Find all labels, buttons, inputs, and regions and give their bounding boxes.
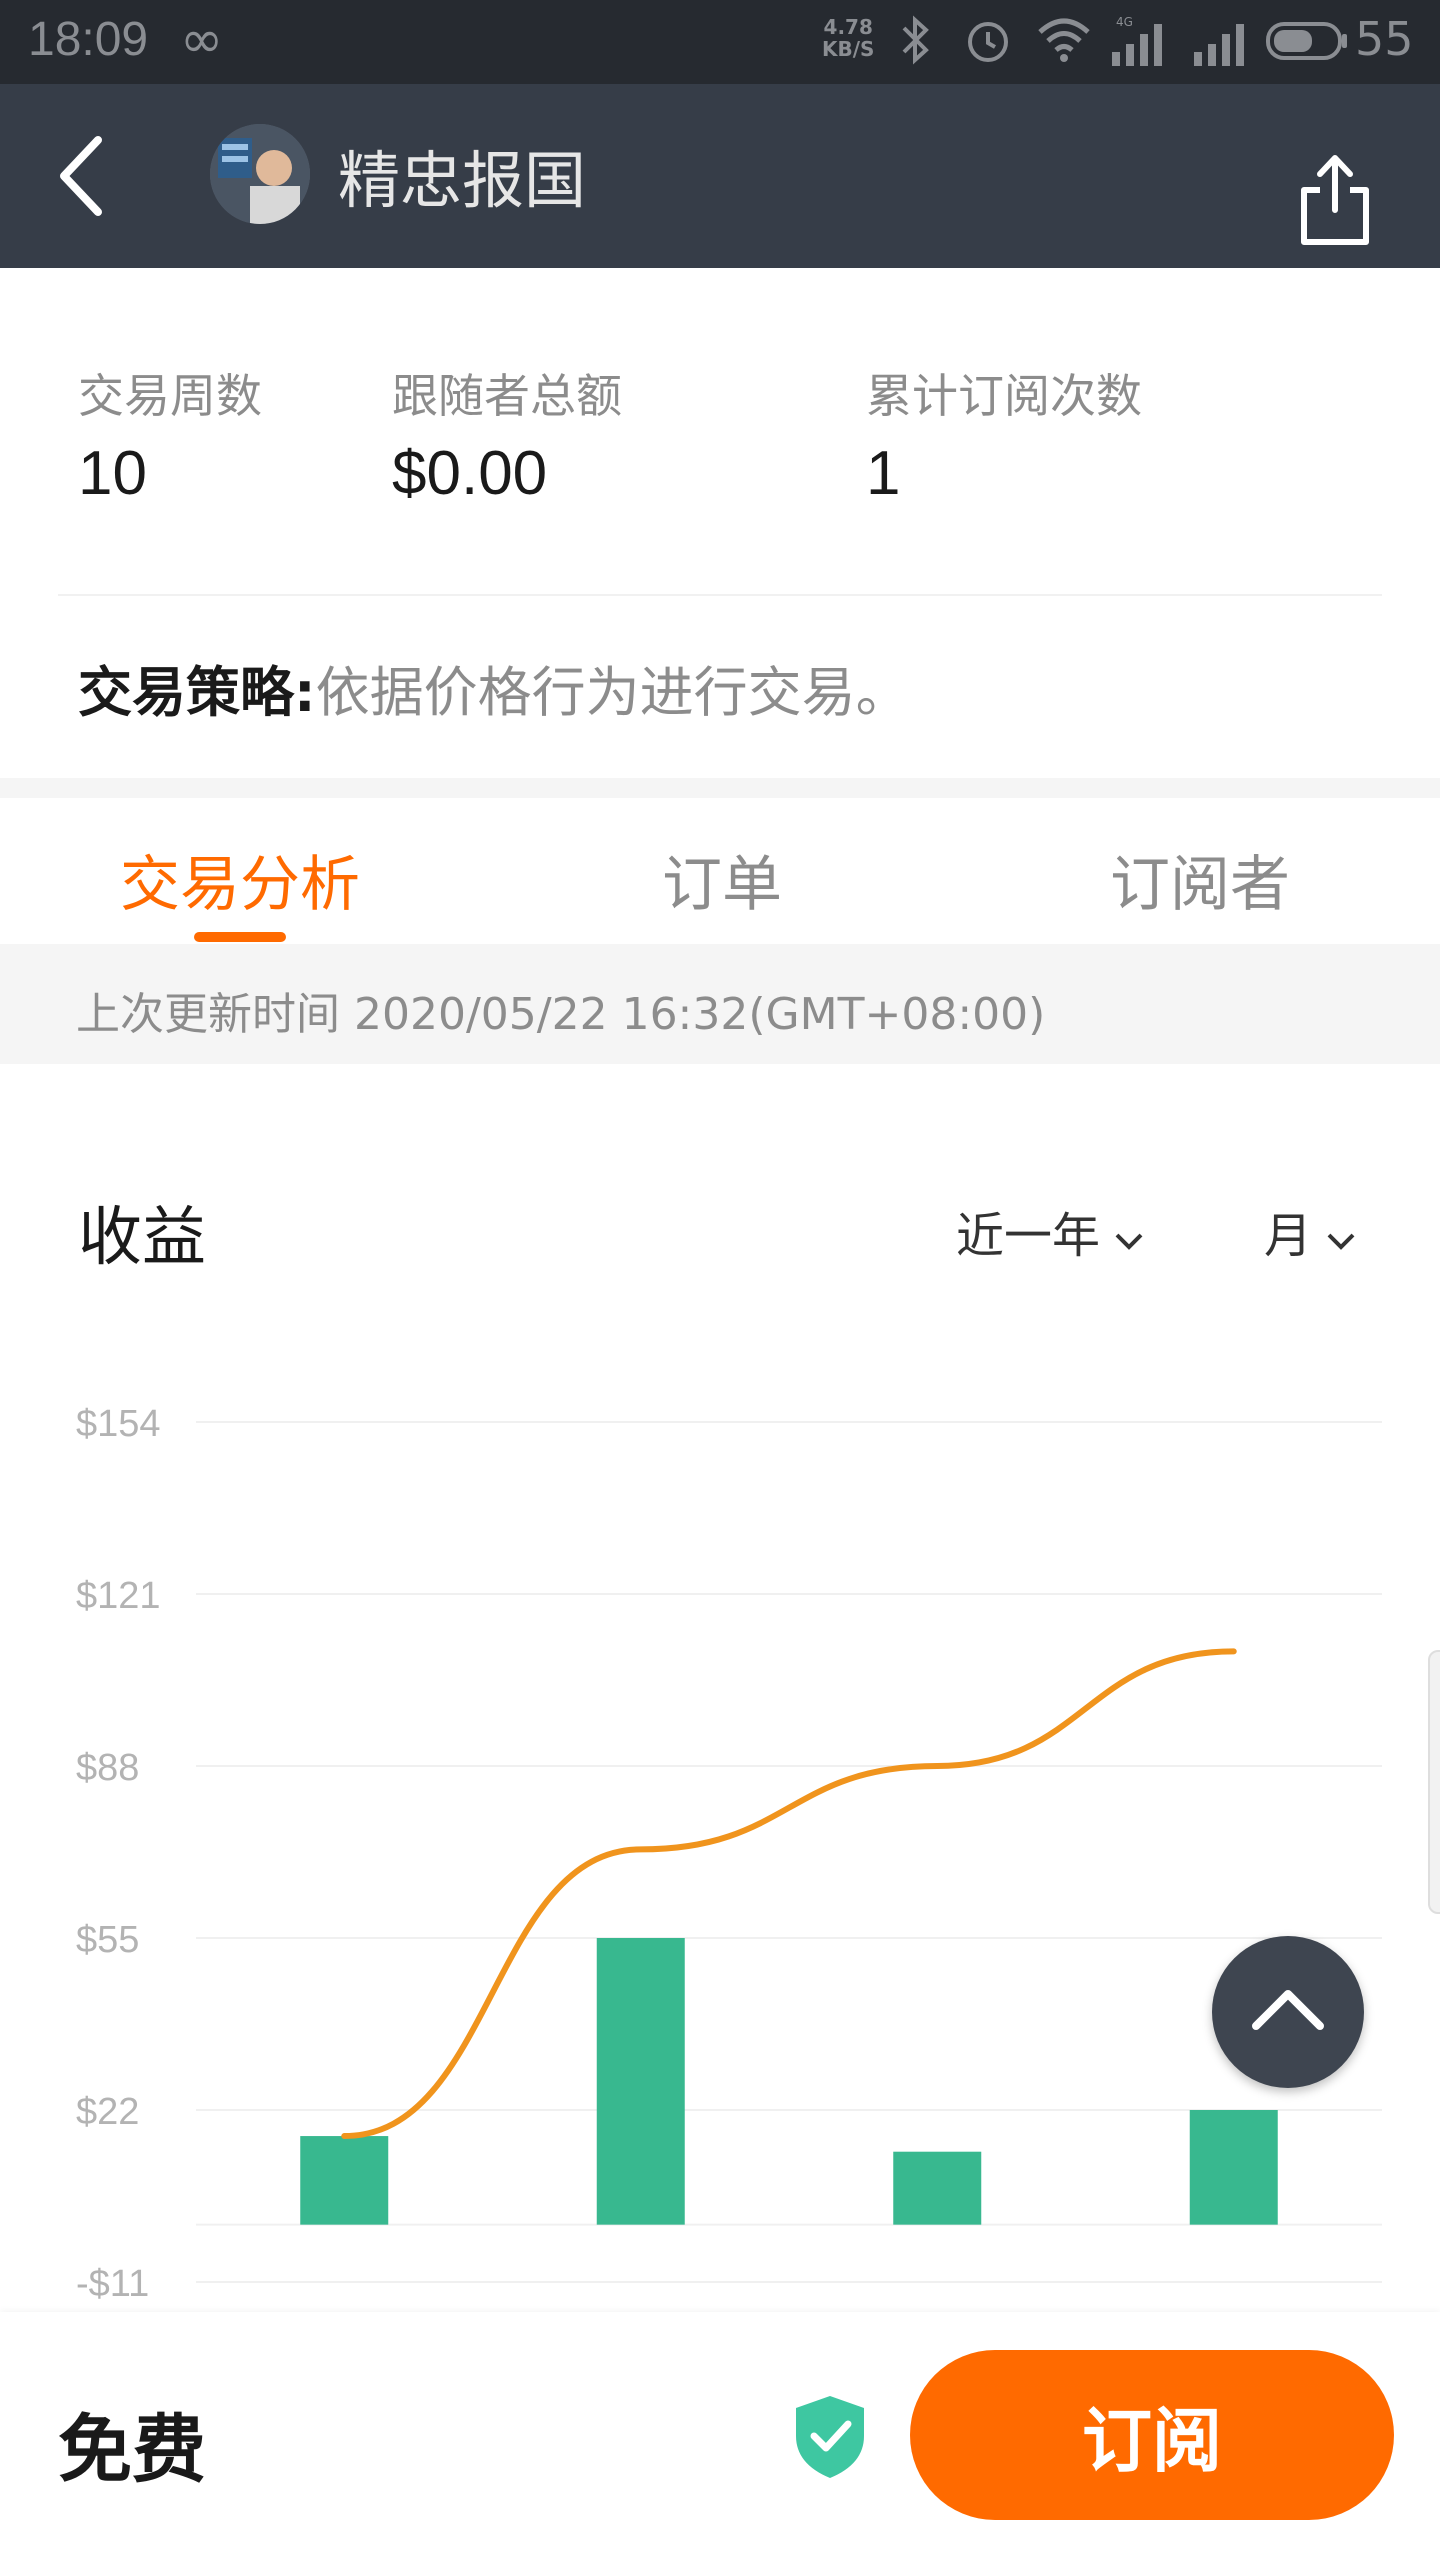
range-dropdown[interactable]: 近一年 bbox=[956, 1196, 1144, 1266]
price-label: 免费 bbox=[58, 2407, 206, 2493]
strategy-label: 交易策略: bbox=[78, 661, 316, 724]
earnings-title: 收益 bbox=[78, 1201, 206, 1275]
avatar-image bbox=[210, 124, 310, 224]
y-tick-label: $154 bbox=[76, 1403, 161, 1445]
tab-orders[interactable]: 订单 bbox=[662, 836, 782, 923]
earnings-chart: $154 $121 $88 $55 $22 -$11 bbox=[76, 1403, 1382, 2305]
edge-handle[interactable] bbox=[1428, 1650, 1440, 1914]
y-tick-label: $22 bbox=[76, 2091, 139, 2133]
share-icon bbox=[1301, 155, 1369, 245]
alarm-icon bbox=[968, 22, 1008, 62]
battery-icon bbox=[1266, 22, 1347, 60]
y-tick-label: $121 bbox=[76, 1575, 161, 1617]
bar-2 bbox=[596, 1938, 685, 2225]
network-speed: 4.78 KB/S bbox=[822, 16, 874, 60]
last-update-text: 上次更新时间 2020/05/22 16:32(GMT+08:00) bbox=[76, 989, 1046, 1040]
tab-subscribers[interactable]: 订阅者 bbox=[1110, 836, 1290, 923]
battery-percent: 55 bbox=[1355, 12, 1414, 66]
tab-indicator bbox=[194, 932, 286, 942]
stat-follower-total-label: 跟随者总额 bbox=[392, 369, 622, 423]
cumulative-line bbox=[341, 1648, 1237, 2140]
period-dropdown[interactable]: 月 bbox=[1264, 1196, 1356, 1266]
share-button[interactable] bbox=[1290, 150, 1380, 250]
stat-weeks-label: 交易周数 bbox=[78, 369, 262, 423]
network-speed-unit: KB/S bbox=[822, 37, 875, 61]
chevron-down-icon bbox=[1115, 1233, 1143, 1250]
y-tick-label: $55 bbox=[76, 1919, 139, 1961]
page-title: 精忠报国 bbox=[338, 144, 587, 217]
section-gap bbox=[0, 778, 1440, 798]
svg-text:4G: 4G bbox=[1116, 15, 1133, 29]
range-dropdown-label: 近一年 bbox=[956, 1208, 1101, 1264]
period-dropdown-label: 月 bbox=[1264, 1208, 1313, 1264]
tab-analysis[interactable]: 交易分析 bbox=[120, 836, 360, 923]
signal-icon bbox=[1194, 24, 1244, 66]
wifi-icon bbox=[1038, 18, 1090, 62]
network-speed-value: 4.78 bbox=[823, 15, 873, 39]
stat-subscriptions-value: 1 bbox=[866, 439, 901, 508]
shield-check-icon bbox=[792, 2394, 868, 2480]
signal-4g-icon: 4G bbox=[1112, 15, 1162, 66]
status-time: 18:09 bbox=[28, 13, 149, 66]
chevron-up-icon bbox=[1252, 1990, 1324, 2030]
back-button[interactable] bbox=[40, 120, 120, 230]
stat-subscriptions-label: 累计订阅次数 bbox=[866, 369, 1142, 423]
divider bbox=[58, 594, 1382, 596]
y-tick-label: -$11 bbox=[76, 2263, 149, 2305]
bar-1 bbox=[300, 2136, 389, 2225]
avatar[interactable] bbox=[210, 124, 310, 224]
chevron-left-icon bbox=[60, 136, 102, 216]
strategy-line: 交易策略:依据价格行为进行交易。 bbox=[78, 648, 910, 727]
bluetooth-icon bbox=[902, 15, 929, 65]
bar-3 bbox=[893, 2151, 982, 2225]
status-bar: 18:09 ∞ 4.78 KB/S 4G 55 bbox=[0, 0, 1440, 84]
scroll-top-button[interactable] bbox=[1212, 1936, 1364, 2088]
chevron-down-icon bbox=[1327, 1233, 1355, 1250]
subscribe-button[interactable]: 订阅 bbox=[910, 2350, 1394, 2520]
strategy-text: 依据价格行为进行交易。 bbox=[315, 661, 910, 724]
bar-4 bbox=[1189, 2110, 1278, 2225]
stat-follower-total-value: $0.00 bbox=[392, 439, 548, 508]
y-tick-label: $88 bbox=[76, 1747, 139, 1789]
stat-weeks-value: 10 bbox=[78, 439, 147, 508]
infinity-icon: ∞ bbox=[180, 10, 224, 70]
